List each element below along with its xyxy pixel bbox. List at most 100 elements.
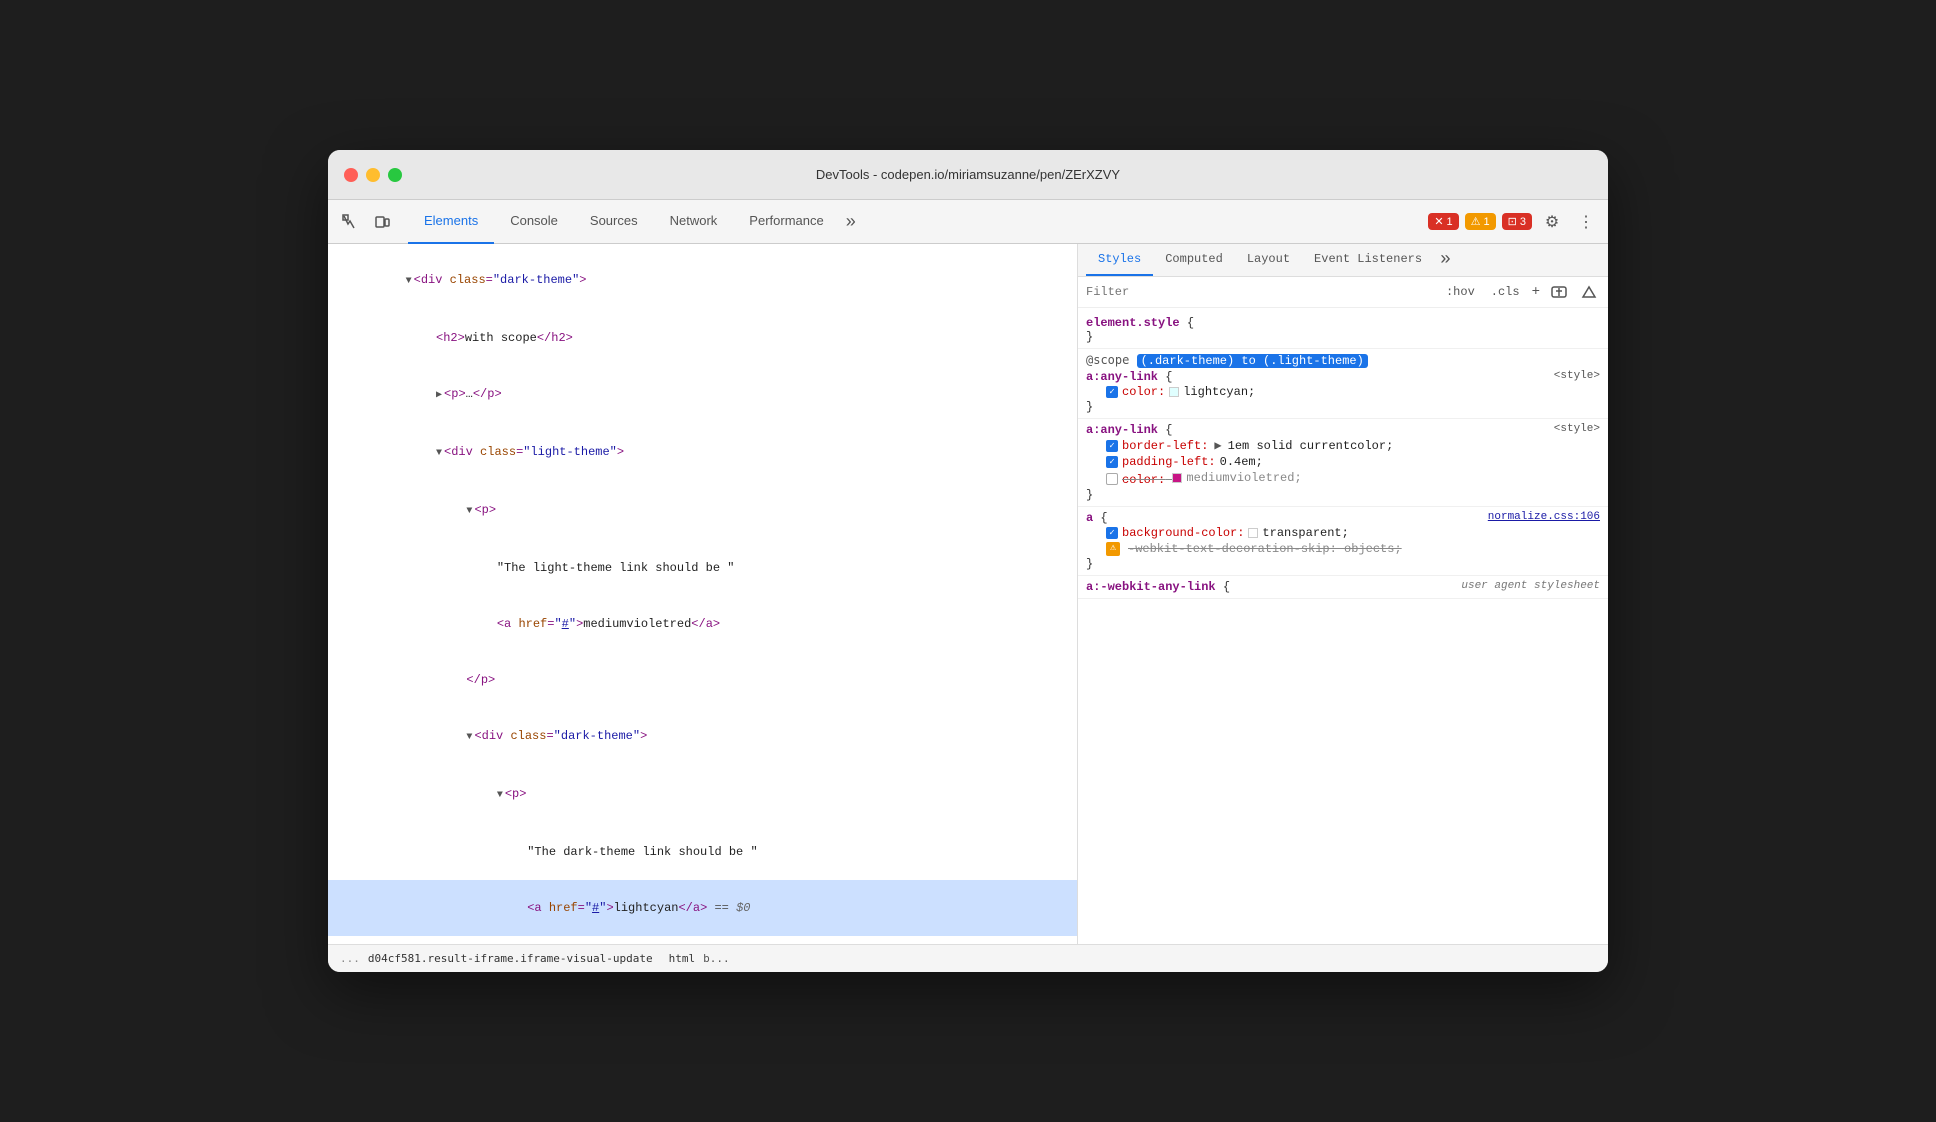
color-swatch[interactable] (1169, 387, 1179, 397)
rule-source[interactable]: <style> (1554, 423, 1600, 435)
dom-row-selected[interactable]: <a href="#">lightcyan</a> == $0 (328, 880, 1077, 936)
rule-header: a:any-link { <style> (1086, 423, 1600, 437)
more-options-button[interactable]: ⋮ (1572, 208, 1600, 236)
rule-closing: } (1086, 330, 1600, 344)
tab-elements[interactable]: Elements (408, 200, 494, 244)
main-content: <div class="dark-theme"> <h2>with scope<… (328, 244, 1608, 944)
triangle-icon[interactable] (466, 732, 472, 743)
rule-selector[interactable]: a:-webkit-any-link (1086, 580, 1216, 594)
styles-panel: Styles Computed Layout Event Listeners »… (1078, 244, 1608, 944)
sub-selector[interactable]: a:any-link (1086, 370, 1158, 384)
rule-sub-header: a:any-link { <style> (1086, 370, 1600, 384)
issues-icon: ⊡ (1508, 215, 1517, 228)
warning-triangle-icon: ⚠ (1106, 542, 1120, 556)
tab-event-listeners[interactable]: Event Listeners (1302, 244, 1434, 276)
dom-row[interactable]: <div class="dark-theme"> (328, 252, 1077, 310)
status-html[interactable]: html (669, 952, 696, 965)
devtools-window: DevTools - codepen.io/miriamsuzanne/pen/… (328, 150, 1608, 972)
styles-tabs: Styles Computed Layout Event Listeners » (1078, 244, 1608, 277)
rule-closing: } (1086, 557, 1600, 571)
color-swatch-transparent[interactable] (1248, 528, 1258, 538)
prop-checkbox[interactable] (1106, 386, 1118, 398)
warning-badge[interactable]: ⚠ 1 (1465, 213, 1496, 230)
issues-badge[interactable]: ⊡ 3 (1502, 213, 1532, 230)
prop-line: border-left: ▶ 1em solid currentcolor; (1086, 437, 1600, 454)
prop-line-strikethrough-warning: ⚠ -webkit-text-decoration-skip: objects; (1086, 541, 1600, 557)
color-format-button[interactable] (1578, 281, 1600, 303)
error-icon: ✕ (1434, 215, 1443, 228)
dom-row[interactable]: <a href="#">mediumvioletred</a> (328, 596, 1077, 652)
minimize-button[interactable] (366, 168, 380, 182)
dom-row[interactable]: "The light-theme link should be " (328, 540, 1077, 596)
color-swatch-mediumvioletred[interactable] (1172, 473, 1182, 483)
rule-header: a { normalize.css:106 (1086, 511, 1600, 525)
device-toolbar-button[interactable] (368, 208, 396, 236)
style-rule-webkit-any-link: a:-webkit-any-link { user agent styleshe… (1078, 576, 1608, 599)
style-rule-any-link: a:any-link { <style> border-left: ▶ 1em … (1078, 419, 1608, 507)
dom-row[interactable]: </p> (328, 652, 1077, 708)
tab-console[interactable]: Console (494, 200, 574, 244)
triangle-icon[interactable] (436, 448, 442, 459)
filter-input[interactable] (1086, 285, 1434, 299)
dom-row[interactable]: <div class="dark-theme"> (328, 708, 1077, 766)
prop-checkbox[interactable] (1106, 527, 1118, 539)
rule-header: a:-webkit-any-link { user agent styleshe… (1086, 580, 1600, 594)
triangle-icon[interactable] (436, 390, 442, 401)
prop-checkbox[interactable] (1106, 456, 1118, 468)
dom-row[interactable]: <h2>with scope</h2> (328, 310, 1077, 366)
rule-selector[interactable]: a (1086, 511, 1093, 525)
triangle-icon[interactable] (497, 790, 503, 801)
cls-button[interactable]: .cls (1487, 283, 1524, 301)
triangle-icon[interactable] (406, 276, 412, 287)
rule-source-link[interactable]: normalize.css:106 (1488, 511, 1600, 523)
tab-network[interactable]: Network (654, 200, 734, 244)
dom-panel[interactable]: <div class="dark-theme"> <h2>with scope<… (328, 244, 1078, 944)
tab-sources[interactable]: Sources (574, 200, 654, 244)
dom-row[interactable]: </p> (328, 936, 1077, 944)
error-badge[interactable]: ✕ 1 (1428, 213, 1458, 230)
rule-header: element.style { (1086, 316, 1600, 330)
style-rule-scope: @scope (.dark-theme) to (.light-theme) a… (1078, 349, 1608, 419)
rule-source[interactable]: <style> (1554, 370, 1600, 382)
tab-layout[interactable]: Layout (1235, 244, 1302, 276)
styles-content: element.style { } @scope (.dark-theme) t… (1078, 308, 1608, 603)
rule-closing: } (1086, 400, 1600, 414)
dom-row[interactable]: <p> (328, 766, 1077, 824)
traffic-lights (344, 168, 402, 182)
rule-selector[interactable]: element.style (1086, 316, 1180, 330)
styles-filter-bar: :hov .cls + (1078, 277, 1608, 308)
prop-checkbox[interactable] (1106, 440, 1118, 452)
prop-line: background-color: transparent; (1086, 525, 1600, 541)
dom-row[interactable]: "The dark-theme link should be " (328, 824, 1077, 880)
toggle-element-state-button[interactable] (1548, 281, 1570, 303)
rule-selector[interactable]: a:any-link (1086, 423, 1158, 437)
hov-button[interactable]: :hov (1442, 283, 1479, 301)
dom-row[interactable]: <p>…</p> (328, 366, 1077, 424)
main-tabs: Elements Console Sources Network Perform… (408, 200, 1424, 244)
tab-styles[interactable]: Styles (1086, 244, 1153, 276)
inspect-element-button[interactable] (336, 208, 364, 236)
triangle-icon[interactable] (466, 506, 472, 517)
more-tabs-button[interactable]: » (840, 200, 862, 244)
titlebar: DevTools - codepen.io/miriamsuzanne/pen/… (328, 150, 1608, 200)
prop-line-strikethrough: color: mediumvioletred; (1086, 470, 1600, 488)
tab-computed[interactable]: Computed (1153, 244, 1235, 276)
status-more: b... (703, 952, 730, 965)
prop-checkbox[interactable] (1106, 473, 1118, 485)
dom-row[interactable]: <div class="light-theme"> (328, 424, 1077, 482)
more-style-tabs-button[interactable]: » (1434, 250, 1457, 270)
status-path[interactable]: d04cf581.result-iframe.iframe-visual-upd… (368, 952, 653, 965)
prop-line: color: lightcyan; (1086, 384, 1600, 400)
maximize-button[interactable] (388, 168, 402, 182)
tab-performance[interactable]: Performance (733, 200, 839, 244)
rule-header: @scope (.dark-theme) to (.light-theme) (1086, 353, 1600, 368)
dom-row[interactable]: <p> (328, 482, 1077, 540)
devtools-toolbar: Elements Console Sources Network Perform… (328, 200, 1608, 244)
settings-button[interactable]: ⚙ (1538, 208, 1566, 236)
rule-closing: } (1086, 488, 1600, 502)
close-button[interactable] (344, 168, 358, 182)
warning-icon: ⚠ (1471, 215, 1481, 228)
add-style-rule-button[interactable]: + (1532, 284, 1540, 300)
toolbar-right: ✕ 1 ⚠ 1 ⊡ 3 ⚙ ⋮ (1428, 208, 1600, 236)
style-rule-a: a { normalize.css:106 background-color: … (1078, 507, 1608, 576)
